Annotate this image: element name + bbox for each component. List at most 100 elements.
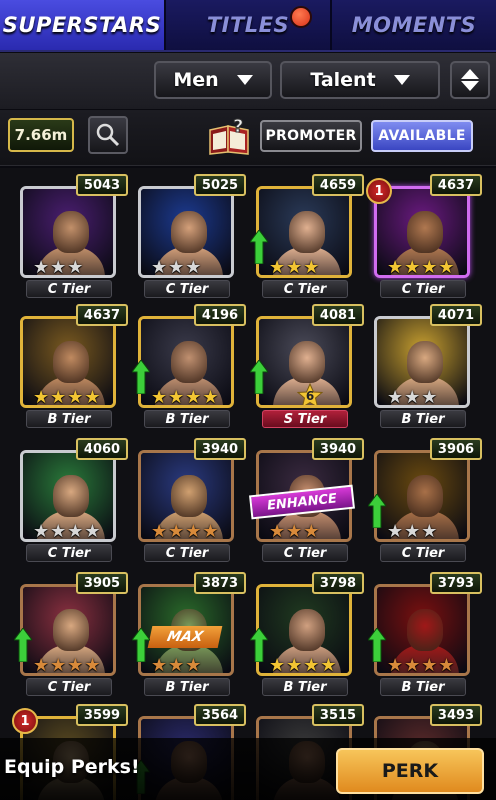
star-icon: ★ [151, 655, 168, 676]
sort-order-icon [461, 69, 479, 91]
star-rating: ★ ★ ★ ★ [33, 387, 101, 408]
power-rating: 3493 [430, 704, 482, 726]
upgrade-arrow-icon [250, 230, 268, 264]
star-icon: ★ [185, 655, 202, 676]
notification-badge: 1 [366, 178, 392, 204]
superstar-card[interactable]: ★ ★ ★ 4071 B Tier [372, 304, 488, 432]
notification-badge: 1 [12, 708, 38, 734]
superstar-card[interactable]: ★ ★ ★ 3906 C Tier [368, 438, 488, 566]
star-icon: ★ [320, 655, 337, 676]
star-icon: ★ [151, 521, 168, 542]
superstar-card[interactable]: ★ ★ ★ ★ 3793 B Tier [368, 572, 488, 700]
category-tabs: SUPERSTARS TITLES MOMENTS [0, 0, 496, 52]
superstar-card[interactable]: ★ ★ ★ ENHANCE 3940 C Tier [249, 438, 370, 566]
power-rating: 4637 [76, 304, 128, 326]
power-rating: 3515 [312, 704, 364, 726]
svg-text:?: ? [233, 118, 243, 137]
star-icon: ★ [438, 655, 455, 676]
superstar-card[interactable]: ★ ★ ★ ★ 3905 C Tier [14, 572, 134, 700]
star-icon: ★ [387, 257, 404, 278]
star-icon: ★ [202, 521, 219, 542]
star-level-badge: 6 [297, 383, 323, 405]
superstar-card[interactable]: ★ ★ ★ ★ 4060 C Tier [18, 438, 134, 566]
perk-button[interactable]: PERK [336, 748, 484, 794]
tier-label: C Tier [380, 544, 466, 562]
star-rating: ★ ★ ★ ★ [151, 387, 219, 408]
perk-button-label: PERK [381, 760, 439, 782]
star-rating: ★ ★ ★ [151, 655, 202, 676]
superstar-portrait: ★ ★ ★ [138, 186, 234, 278]
power-rating: 3905 [76, 572, 128, 594]
chevron-down-icon [236, 75, 253, 85]
sort-dropdown[interactable]: Talent [280, 61, 440, 99]
power-rating: 3940 [194, 438, 246, 460]
star-icon: ★ [33, 521, 50, 542]
currency-display: 7.66m [8, 118, 74, 152]
superstar-card[interactable]: 6 4081 S Tier [250, 304, 370, 432]
star-rating: ★ ★ ★ ★ [387, 655, 455, 676]
star-icon: ★ [404, 387, 421, 408]
power-rating: 5043 [76, 174, 128, 196]
superstar-portrait: 6 [256, 316, 352, 408]
upgrade-arrow-icon [14, 628, 32, 662]
star-icon: ★ [151, 257, 168, 278]
promoter-label: PROMOTER [265, 128, 357, 144]
star-rating: ★ ★ ★ [151, 257, 201, 278]
superstar-card[interactable]: ★ ★ ★ 5025 C Tier [136, 174, 252, 302]
superstar-card[interactable]: ★ ★ ★ ★ 3798 B Tier [250, 572, 370, 700]
tab-titles[interactable]: TITLES [164, 0, 330, 50]
star-icon: ★ [84, 387, 101, 408]
star-icon: ★ [185, 521, 202, 542]
superstar-card[interactable]: ★ ★ ★ 4659 C Tier [250, 174, 370, 302]
available-toggle[interactable]: AVAILABLE [371, 120, 473, 152]
currency-value: 7.66m [14, 126, 68, 144]
tier-label: C Tier [262, 280, 348, 298]
superstar-card[interactable]: ★ ★ ★ MAX 3873 B Tier [132, 572, 252, 700]
search-button[interactable] [88, 116, 128, 154]
power-rating: 3793 [430, 572, 482, 594]
star-icon: ★ [387, 655, 404, 676]
power-rating: 3564 [194, 704, 246, 726]
superstar-card[interactable]: ★ ★ ★ ★ 4196 B Tier [132, 304, 252, 432]
star-icon: ★ [286, 521, 303, 542]
superstar-portrait: ★ ★ ★ ★ [20, 316, 116, 408]
star-icon: ★ [168, 257, 185, 278]
sort-order-button[interactable] [450, 61, 490, 99]
star-rating: ★ ★ ★ ★ [269, 655, 337, 676]
tier-label: C Tier [26, 544, 112, 562]
upgrade-arrow-icon [250, 628, 268, 662]
help-book-button[interactable]: ? [206, 116, 254, 156]
gender-dropdown[interactable]: Men [154, 61, 272, 99]
star-icon: ★ [286, 257, 303, 278]
superstar-portrait: ★ ★ ★ ★ [374, 584, 470, 676]
star-icon: ★ [404, 521, 421, 542]
superstar-card[interactable]: ★ ★ ★ 5043 C Tier [18, 174, 134, 302]
star-icon: ★ [269, 521, 286, 542]
star-icon: ★ [50, 257, 67, 278]
superstar-portrait: ★ ★ ★ ★ [256, 584, 352, 676]
upgrade-arrow-icon [132, 628, 150, 662]
star-icon: ★ [421, 387, 438, 408]
star-icon: ★ [303, 521, 320, 542]
superstar-card[interactable]: ★ ★ ★ ★ 1 4637 C Tier [366, 174, 488, 302]
star-icon: ★ [50, 387, 67, 408]
star-rating: ★ ★ ★ [387, 387, 438, 408]
upgrade-arrow-icon [368, 628, 386, 662]
star-icon: ★ [168, 387, 185, 408]
tab-moments[interactable]: MOMENTS [330, 0, 496, 50]
star-icon: ★ [33, 655, 50, 676]
tier-label: B Tier [380, 678, 466, 696]
star-icon: ★ [67, 655, 84, 676]
superstar-portrait: ★ ★ ★ ★ [20, 584, 116, 676]
superstar-card[interactable]: ★ ★ ★ ★ 3940 C Tier [136, 438, 252, 566]
tab-superstars[interactable]: SUPERSTARS [0, 0, 164, 50]
tab-label: TITLES [206, 13, 290, 37]
superstar-card[interactable]: ★ ★ ★ ★ 4637 B Tier [18, 304, 134, 432]
filter-bar: Men Talent [0, 53, 496, 109]
promoter-toggle[interactable]: PROMOTER [260, 120, 362, 152]
star-icon: ★ [202, 387, 219, 408]
max-label: MAX [147, 626, 223, 648]
power-rating: 3599 [76, 704, 128, 726]
star-icon: ★ [387, 521, 404, 542]
available-label: AVAILABLE [378, 128, 466, 144]
